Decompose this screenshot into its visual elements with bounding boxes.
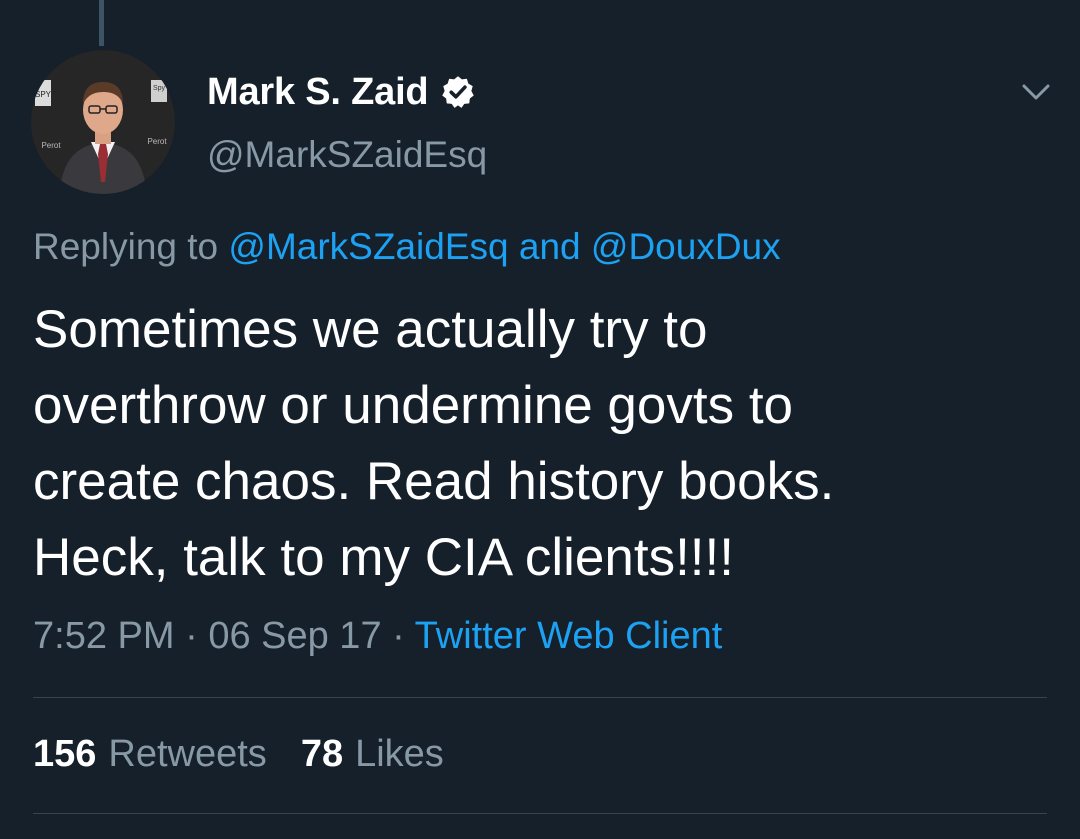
- author-name-row[interactable]: Mark S. Zaid: [207, 64, 476, 120]
- likes-stat[interactable]: 78 Likes: [301, 733, 444, 776]
- meta-separator: ·: [392, 615, 405, 657]
- reply-mention-link[interactable]: @DouxDux: [591, 226, 781, 267]
- author-handle[interactable]: @MarkSZaidEsq: [207, 134, 487, 176]
- likes-count: 78: [300, 733, 344, 775]
- divider: [33, 813, 1047, 814]
- author-display-name[interactable]: Mark S. Zaid: [207, 71, 429, 114]
- avatar-backdrop-text-3: Spy: [153, 85, 166, 92]
- thread-connector-line: [99, 0, 104, 46]
- retweets-label: Retweets: [108, 733, 267, 775]
- reply-mention-link[interactable]: @MarkSZaidEsq: [228, 226, 508, 267]
- avatar-photo: SPY Perot Perot Spy: [31, 50, 175, 194]
- verified-badge-icon: [442, 76, 475, 108]
- retweets-stat[interactable]: 156 Retweets: [33, 733, 267, 776]
- retweets-count: 156: [33, 733, 97, 775]
- avatar-backdrop-text-2: Perot: [147, 137, 167, 146]
- replying-to-line: Replying to @MarkSZaidEsq and @DouxDux: [33, 226, 781, 268]
- chevron-down-icon[interactable]: [1016, 76, 1056, 108]
- tweet-time[interactable]: 7:52 PM: [33, 615, 175, 657]
- avatar-backdrop-text-1: Perot: [41, 141, 61, 150]
- tweet-meta: 7:52 PM · 06 Sep 17 · Twitter Web Client: [33, 615, 722, 658]
- avatar[interactable]: SPY Perot Perot Spy: [31, 50, 175, 194]
- tweet-stats: 156 Retweets 78 Likes: [33, 733, 478, 776]
- avatar-backdrop-logo: SPY: [35, 90, 52, 99]
- tweet-text: Sometimes we actually try to overthrow o…: [33, 300, 835, 587]
- likes-label: Likes: [355, 733, 444, 775]
- tweet-client-link[interactable]: Twitter Web Client: [415, 615, 723, 657]
- meta-separator: ·: [185, 615, 198, 657]
- tweet-date[interactable]: 06 Sep 17: [208, 615, 381, 657]
- divider: [33, 697, 1047, 698]
- replying-to-prefix: Replying to: [33, 226, 219, 267]
- reply-conjunction: and: [518, 226, 581, 267]
